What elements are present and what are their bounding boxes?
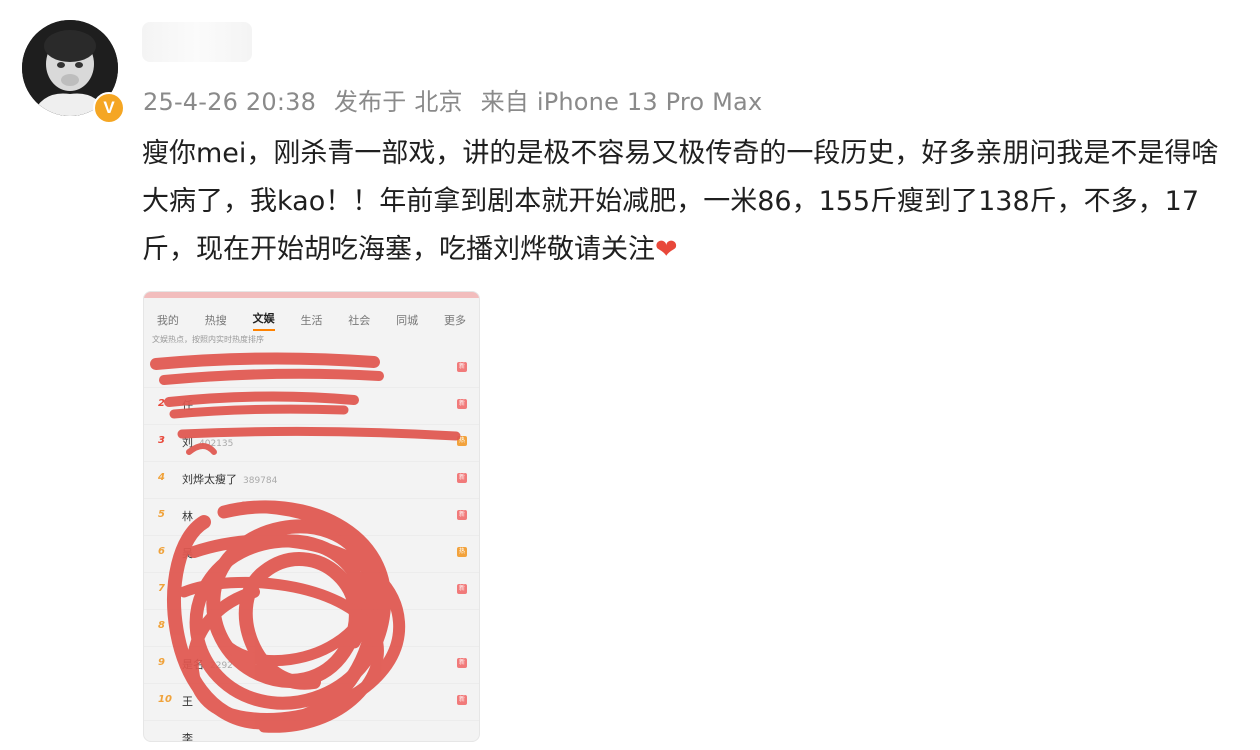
verified-badge-icon: V — [93, 92, 125, 124]
post-location: 发布于 北京 — [333, 88, 463, 116]
scribble-stroke — [164, 391, 359, 407]
post-date: 25-4-26 20:38 — [143, 88, 317, 116]
scribble-stroke — [169, 404, 349, 419]
scribble-stroke — [150, 352, 380, 370]
scribble-stroke — [159, 368, 384, 385]
post-image[interactable]: 我的 热搜 文娱 生活 社会 同城 更多 文娱热点，按照内实时热度排序 新2任新… — [143, 291, 480, 742]
username-redacted — [142, 22, 252, 62]
post-meta: 25-4-26 20:38 发布于 北京 来自 iPhone 13 Pro Ma… — [143, 82, 772, 117]
scribble-stroke — [177, 426, 461, 441]
post-text: 瘦你mei，刚杀青一部戏，讲的是极不容易又极传奇的一段历史，好多亲朋问我是不是得… — [142, 130, 1232, 274]
post-device[interactable]: 来自 iPhone 13 Pro Max — [481, 88, 763, 116]
heart-emoji: ❤ — [655, 234, 678, 265]
scribble-stroke — [186, 443, 217, 455]
post-body: 瘦你mei，刚杀青一部戏，讲的是极不容易又极传奇的一段历史，好多亲朋问我是不是得… — [142, 138, 1219, 265]
red-scribble-overlay — [150, 352, 461, 733]
